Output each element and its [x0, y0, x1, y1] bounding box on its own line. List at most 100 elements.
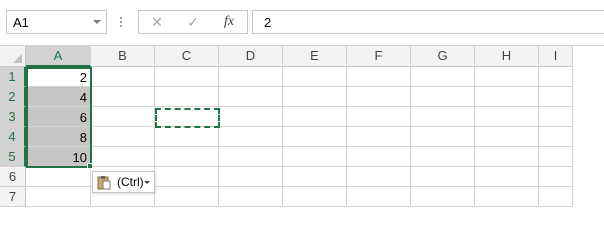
cell-g3[interactable]: [411, 107, 475, 127]
cell-c6[interactable]: [155, 167, 219, 187]
cell-c1[interactable]: [155, 67, 219, 87]
cell-g1[interactable]: [411, 67, 475, 87]
cell-c2[interactable]: [155, 87, 219, 107]
cell-c4[interactable]: [155, 127, 219, 147]
cell-g6[interactable]: [411, 167, 475, 187]
cell-a2[interactable]: 4: [26, 87, 91, 107]
cell-e7[interactable]: [283, 187, 347, 207]
column-header-b[interactable]: B: [91, 46, 155, 67]
row-header-1[interactable]: 1: [0, 67, 26, 87]
row-header-3[interactable]: 3: [0, 107, 26, 127]
formula-bar-row: A1 ✕ ✓ fx 2: [0, 0, 604, 44]
cell-e6[interactable]: [283, 167, 347, 187]
column-header-f[interactable]: F: [347, 46, 411, 67]
row-header-7[interactable]: 7: [0, 187, 26, 207]
cell-f3[interactable]: [347, 107, 411, 127]
cell-i3[interactable]: [539, 107, 573, 127]
cell-value: 4: [79, 90, 87, 105]
cell-i5[interactable]: [539, 147, 573, 167]
cell-b1[interactable]: [91, 67, 155, 87]
cell-e2[interactable]: [283, 87, 347, 107]
cell-value: 10: [72, 150, 87, 165]
cell-g4[interactable]: [411, 127, 475, 147]
cell-value: 6: [79, 110, 87, 125]
formula-bar-splitter[interactable]: [120, 16, 122, 28]
cell-h1[interactable]: [475, 67, 539, 87]
row-header-6[interactable]: 6: [0, 167, 26, 187]
cell-a4[interactable]: 8: [26, 127, 91, 147]
cell-f7[interactable]: [347, 187, 411, 207]
column-header-e[interactable]: E: [283, 46, 347, 67]
cell-d4[interactable]: [219, 127, 283, 147]
row-header-4[interactable]: 4: [0, 127, 26, 147]
column-header-h[interactable]: H: [475, 46, 539, 67]
cell-value: 8: [79, 130, 87, 145]
cell-d6[interactable]: [219, 167, 283, 187]
cell-a3[interactable]: 6: [26, 107, 91, 127]
cell-f2[interactable]: [347, 87, 411, 107]
cell-a6[interactable]: [26, 167, 91, 187]
cell-a1[interactable]: 2: [26, 67, 91, 87]
cancel-icon[interactable]: ✕: [145, 13, 169, 31]
paste-options-dropdown-icon: [144, 181, 150, 184]
cell-b5[interactable]: [91, 147, 155, 167]
enter-icon[interactable]: ✓: [181, 13, 205, 31]
formula-buttons: ✕ ✓ fx: [138, 10, 248, 34]
name-box-value: A1: [13, 15, 29, 30]
row-header-5[interactable]: 5: [0, 147, 26, 167]
cell-f6[interactable]: [347, 167, 411, 187]
cell-e1[interactable]: [283, 67, 347, 87]
cell-a5[interactable]: 10: [26, 147, 91, 167]
cell-f1[interactable]: [347, 67, 411, 87]
cell-c7[interactable]: [155, 187, 219, 207]
cell-d2[interactable]: [219, 87, 283, 107]
select-all-icon: [13, 54, 22, 63]
cell-value: 2: [79, 70, 87, 85]
column-header-d[interactable]: D: [219, 46, 283, 67]
cell-h4[interactable]: [475, 127, 539, 147]
column-header-g[interactable]: G: [411, 46, 475, 67]
select-all-button[interactable]: [0, 46, 26, 67]
cell-h3[interactable]: [475, 107, 539, 127]
formula-value: 2: [264, 15, 272, 30]
name-box-dropdown-icon[interactable]: [93, 20, 101, 24]
cell-d5[interactable]: [219, 147, 283, 167]
worksheet-grid[interactable]: ABCDEFGHI1234567 2 4 6 8 10: [0, 45, 604, 207]
insert-function-icon[interactable]: fx: [217, 13, 241, 31]
paste-options-button[interactable]: (Ctrl): [92, 171, 155, 193]
cell-d7[interactable]: [219, 187, 283, 207]
fill-handle[interactable]: [87, 163, 93, 169]
cell-h7[interactable]: [475, 187, 539, 207]
cell-h6[interactable]: [475, 167, 539, 187]
formula-input[interactable]: 2: [252, 10, 604, 34]
clipboard-icon: [97, 176, 111, 190]
cell-b3[interactable]: [91, 107, 155, 127]
cell-g2[interactable]: [411, 87, 475, 107]
cell-e4[interactable]: [283, 127, 347, 147]
column-header-a[interactable]: A: [26, 46, 91, 67]
cell-d1[interactable]: [219, 67, 283, 87]
cell-h5[interactable]: [475, 147, 539, 167]
name-box[interactable]: A1: [6, 10, 107, 34]
cell-h2[interactable]: [475, 87, 539, 107]
cell-g7[interactable]: [411, 187, 475, 207]
cell-e5[interactable]: [283, 147, 347, 167]
cell-c5[interactable]: [155, 147, 219, 167]
cell-b2[interactable]: [91, 87, 155, 107]
cell-e3[interactable]: [283, 107, 347, 127]
cell-i6[interactable]: [539, 167, 573, 187]
cell-d3[interactable]: [219, 107, 283, 127]
cell-b4[interactable]: [91, 127, 155, 147]
cell-i1[interactable]: [539, 67, 573, 87]
copy-marquee: [155, 108, 220, 128]
cell-a7[interactable]: [26, 187, 91, 207]
cell-f5[interactable]: [347, 147, 411, 167]
cell-g5[interactable]: [411, 147, 475, 167]
row-header-2[interactable]: 2: [0, 87, 26, 107]
column-header-i[interactable]: I: [539, 46, 573, 67]
cell-f4[interactable]: [347, 127, 411, 147]
cell-i2[interactable]: [539, 87, 573, 107]
cell-i7[interactable]: [539, 187, 573, 207]
column-header-c[interactable]: C: [155, 46, 219, 67]
cell-i4[interactable]: [539, 127, 573, 147]
